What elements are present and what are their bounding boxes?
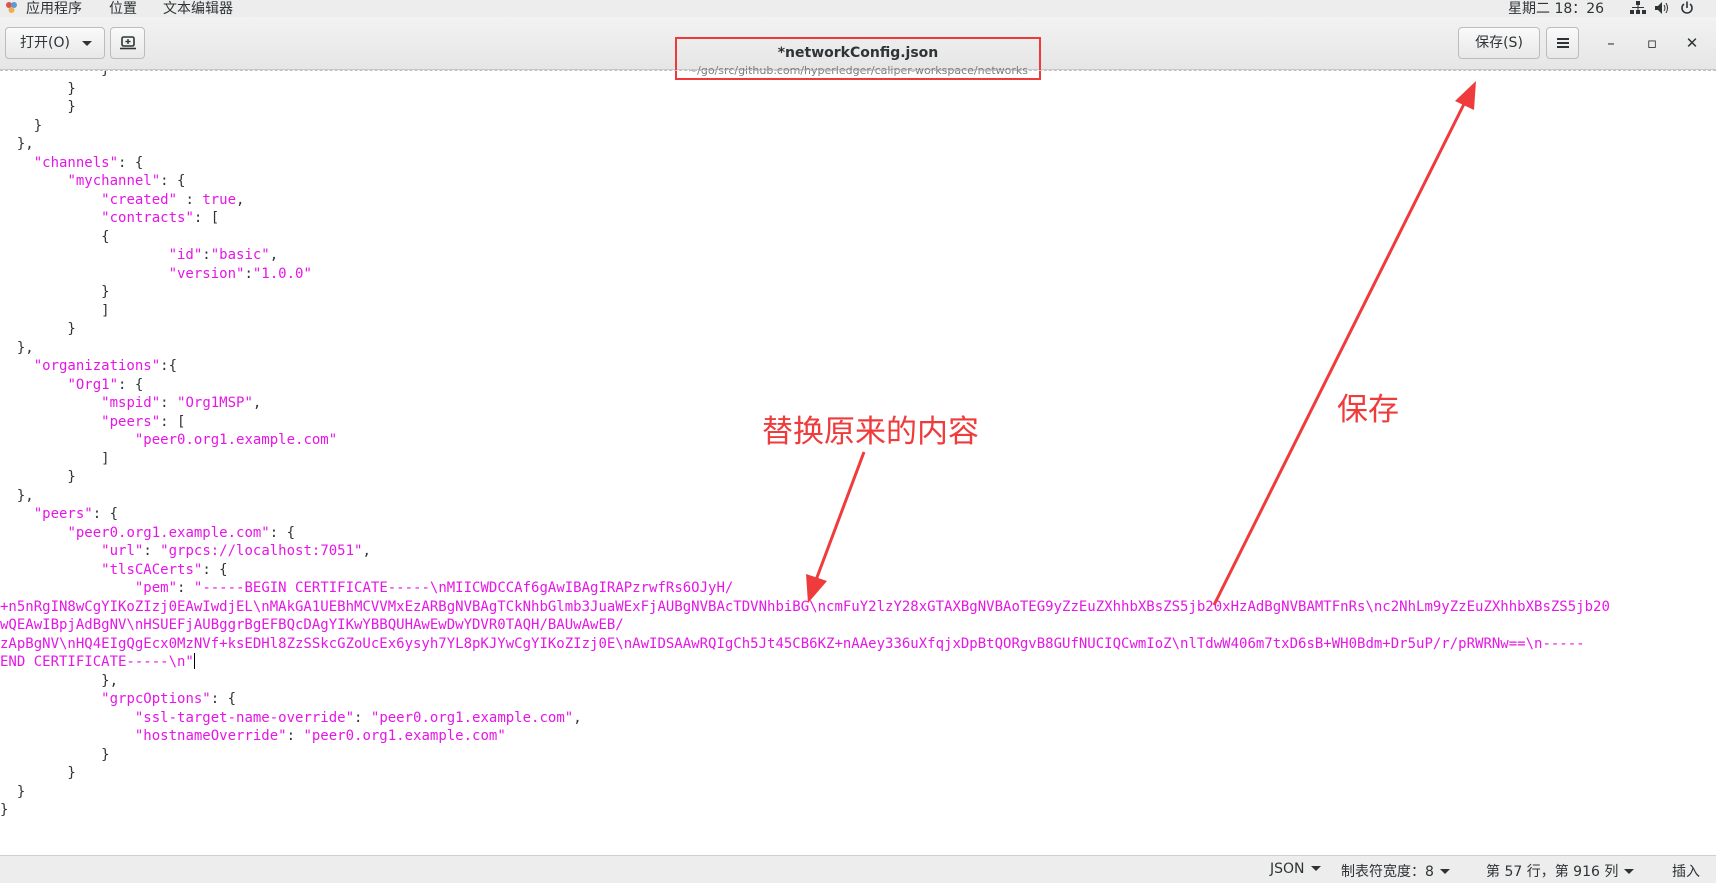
insert-mode-indicator[interactable]: 插入: [1672, 861, 1700, 881]
arrow-head-icon: [1455, 81, 1476, 110]
tab-width-label: 制表符宽度：8: [1341, 864, 1434, 880]
cursor-position-label: 第 57 行，第 916 列: [1486, 864, 1619, 880]
language-label: JSON: [1270, 861, 1305, 877]
chevron-down-icon: [1624, 869, 1635, 874]
chevron-down-icon: [1310, 866, 1321, 871]
chevron-down-icon: [1439, 869, 1450, 874]
arrow-head-icon: [806, 574, 827, 603]
tab-width-selector[interactable]: 制表符宽度：8: [1341, 861, 1450, 881]
status-bar: JSON 制表符宽度：8 第 57 行，第 916 列 插入: [0, 855, 1716, 883]
cursor-position-selector[interactable]: 第 57 行，第 916 列: [1486, 861, 1635, 881]
language-selector[interactable]: JSON: [1270, 861, 1321, 877]
annotation-arrows: [806, 81, 1476, 606]
